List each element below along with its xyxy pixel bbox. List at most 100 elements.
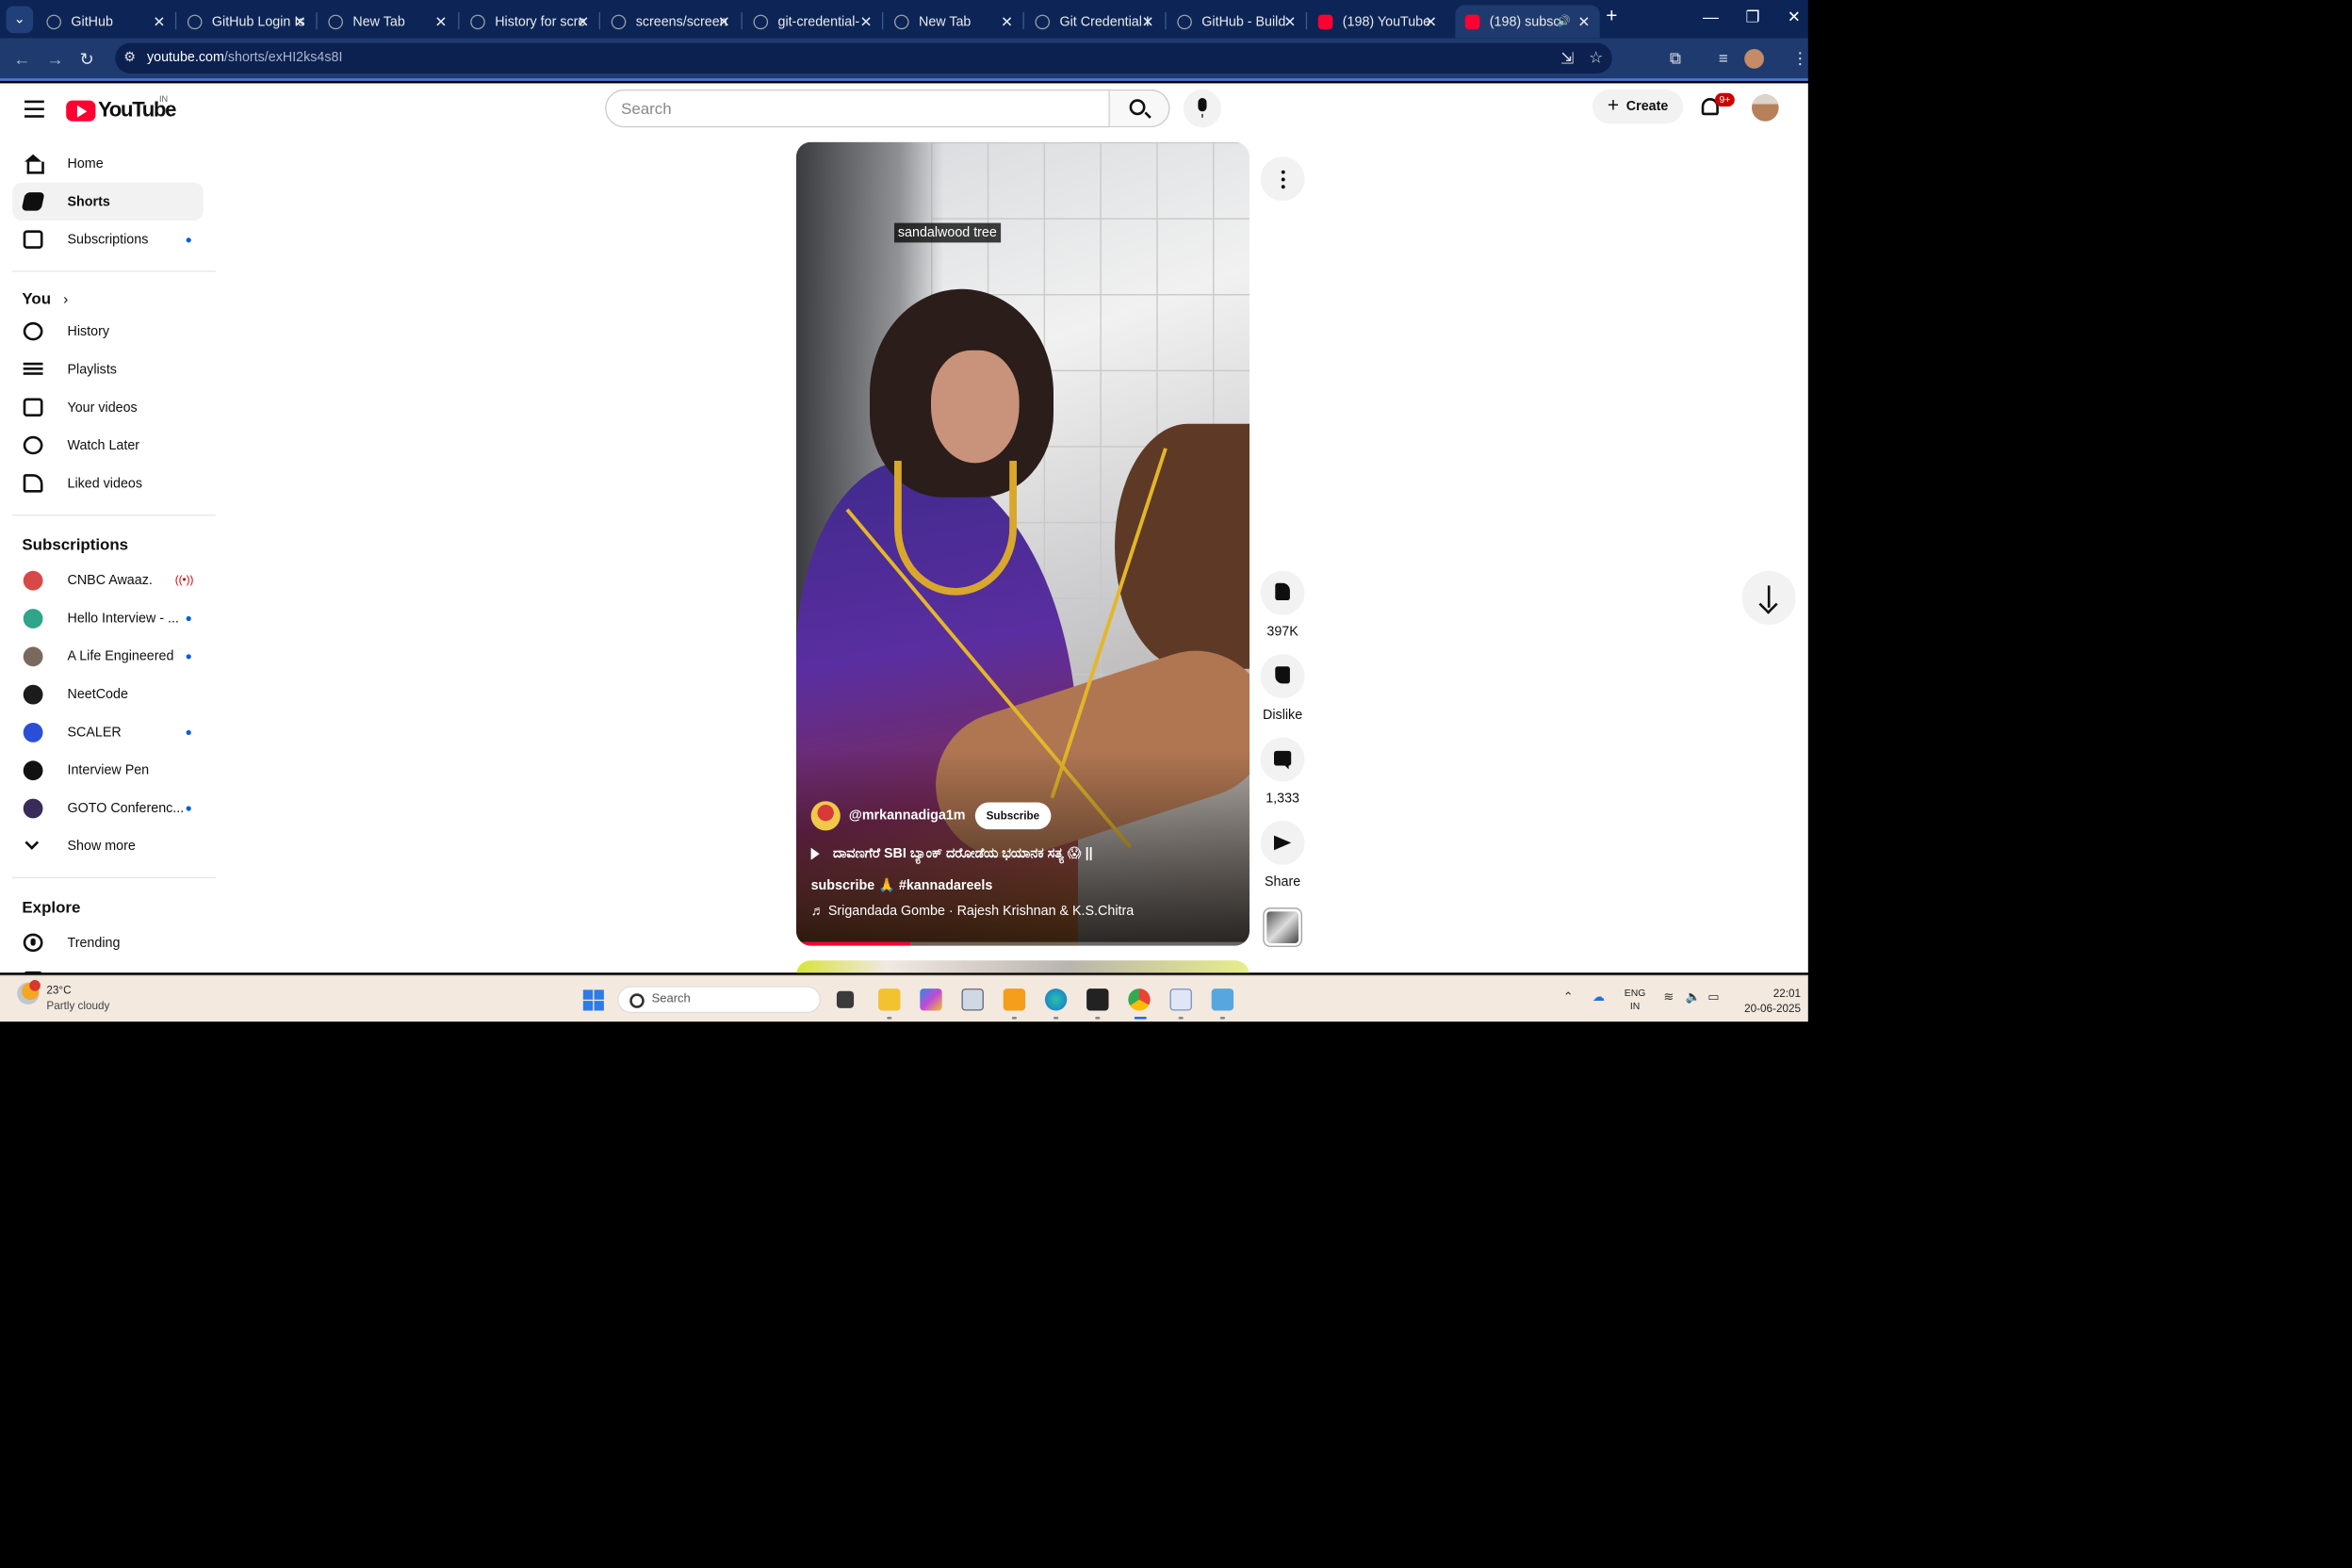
close-tab-icon[interactable]: ✕ (434, 13, 447, 30)
battery-icon[interactable]: ▭ (1707, 991, 1719, 1004)
account-avatar[interactable] (1751, 94, 1779, 122)
sidebar-item-a-life-engineered[interactable]: A Life Engineered (12, 637, 204, 675)
short-description[interactable]: subscribe 🙏 #kannadareels (811, 877, 993, 893)
close-tab-icon[interactable]: ✕ (1425, 13, 1437, 30)
close-tab-icon[interactable]: ✕ (860, 13, 873, 30)
browser-tab[interactable]: History for scre ✕ (461, 5, 599, 38)
close-tab-icon[interactable]: ✕ (1142, 13, 1154, 30)
restore-icon[interactable]: ❐ (1745, 8, 1759, 27)
sidebar-item-home[interactable]: Home (12, 144, 204, 182)
sidebar-item-goto-conferenc[interactable]: GOTO Conferenc... (12, 789, 204, 826)
browser-tab[interactable]: Git Credential I ✕ (1025, 5, 1164, 38)
sidebar-item-your-videos[interactable]: Your videos (12, 388, 204, 426)
url-text[interactable]: youtube.com/shorts/exHI2ks4s8I (147, 50, 342, 65)
profile-avatar[interactable] (1744, 49, 1764, 69)
voice-search-button[interactable] (1183, 89, 1222, 128)
sidebar-item-neetcode[interactable]: NeetCode (12, 675, 204, 712)
site-info-icon[interactable]: ⚙ (123, 49, 140, 66)
install-app-icon[interactable]: ⇲ (1560, 49, 1574, 69)
you-section-header[interactable]: You › (0, 277, 216, 313)
reload-icon[interactable]: ↻ (80, 49, 94, 70)
snipping-tool-icon[interactable] (1169, 988, 1192, 1011)
sidebar-item-shorts[interactable]: Shorts (12, 182, 204, 220)
sound-thumbnail[interactable] (1264, 908, 1301, 946)
file-explorer-icon[interactable] (878, 988, 901, 1011)
browser-tab[interactable]: git-credential- ✕ (743, 5, 882, 38)
remote-desktop-icon[interactable] (1211, 988, 1234, 1011)
sidebar-item-scaler[interactable]: SCALER (12, 713, 204, 751)
close-tab-icon[interactable]: ✕ (718, 13, 730, 30)
sidebar-item-trending[interactable]: Trending (12, 923, 204, 961)
new-tab-button[interactable]: + (1606, 7, 1617, 28)
dislike-button[interactable] (1260, 654, 1305, 698)
media-controls-icon[interactable]: ≡ (1719, 49, 1728, 68)
channel-avatar[interactable] (810, 801, 841, 831)
browser-tab[interactable]: screens/screen ✕ (601, 5, 740, 38)
window-app-icon[interactable] (961, 988, 984, 1011)
sidebar-item-shopping[interactable]: Shopping (12, 961, 204, 973)
m365-icon[interactable] (920, 988, 942, 1011)
weather-temperature[interactable]: 23°C (46, 984, 71, 996)
close-tab-icon[interactable]: ✕ (153, 13, 165, 30)
create-button[interactable]: + Create (1592, 89, 1684, 124)
sidebar-item-hello-interview[interactable]: Hello Interview - ... (12, 599, 204, 637)
forward-icon[interactable]: → (46, 49, 63, 69)
minimize-icon[interactable]: — (1703, 8, 1719, 26)
sidebar-item-interview-pen[interactable]: Interview Pen (12, 751, 204, 789)
terminal-icon[interactable] (1086, 988, 1109, 1011)
browser-tab[interactable]: New Tab ✕ (885, 5, 1023, 38)
close-tab-icon[interactable]: ✕ (294, 13, 306, 30)
sidebar-item-cnbc-awaaz[interactable]: CNBC Awaaz. ((•)) (12, 561, 204, 598)
windows-start-icon[interactable] (582, 989, 604, 1011)
progress-bar[interactable] (795, 941, 1250, 946)
next-short-button[interactable] (1741, 570, 1796, 625)
show-hidden-icons-chevron-icon[interactable]: ⌃ (1563, 991, 1574, 1004)
browser-tab[interactable]: GitHub Login Is ✕ (178, 5, 317, 38)
short-title-row[interactable]: ದಾವಣಗೆರೆ SBI ಬ್ಯಾಂಕ್ ದರೋಡೆಯ ಭಯಾನಕ ಸತ್ಯ 😱… (810, 845, 1093, 862)
tab-audio-icon[interactable]: 🔊 (1557, 15, 1571, 28)
chrome-menu-icon[interactable]: ⋮ (1792, 49, 1808, 69)
browser-tab[interactable]: GitHub ✕ (37, 5, 175, 38)
task-view-icon[interactable] (836, 990, 855, 1008)
wifi-icon[interactable]: ≋ (1663, 991, 1674, 1004)
browser-tab[interactable]: (198) subsc ✕ 🔊 (1455, 5, 1600, 39)
chrome-taskbar-icon[interactable] (1128, 988, 1151, 1011)
browser-tab[interactable]: GitHub - Build ✕ (1168, 5, 1306, 38)
orange-app-icon[interactable] (1003, 988, 1026, 1011)
close-tab-icon[interactable]: ✕ (1283, 13, 1296, 30)
guide-menu-icon[interactable] (24, 100, 44, 122)
close-tab-icon[interactable]: ✕ (577, 13, 589, 30)
weather-description[interactable]: Partly cloudy (46, 1000, 109, 1012)
browser-tab[interactable]: New Tab ✕ (318, 5, 457, 38)
sidebar-item-playlists[interactable]: Playlists (12, 351, 204, 388)
address-bar[interactable]: ⚙ youtube.com/shorts/exHI2ks4s8I ⇲ ☆ (115, 42, 1612, 74)
volume-icon[interactable]: 🔈 (1686, 991, 1701, 1004)
taskbar-search[interactable]: Search (617, 986, 821, 1014)
back-icon[interactable]: ← (13, 49, 30, 69)
sidebar-item-liked-videos[interactable]: Liked videos (12, 465, 204, 502)
clock[interactable]: 22:01 20-06-2025 (1737, 987, 1801, 1016)
browser-tab[interactable]: (198) YouTube ✕ (1308, 5, 1446, 38)
more-options-button[interactable] (1260, 156, 1305, 202)
subscribe-button[interactable]: Subscribe (974, 802, 1051, 830)
edge-icon[interactable] (1044, 988, 1068, 1011)
share-button[interactable] (1260, 820, 1305, 865)
onedrive-cloud-icon[interactable]: ☁ (1592, 991, 1605, 1004)
show-more-button[interactable]: Show more (12, 826, 204, 864)
sidebar-item-watch-later[interactable]: Watch Later (12, 426, 204, 464)
tab-search-button[interactable]: ⌄ (6, 6, 34, 34)
search-button[interactable] (1109, 89, 1170, 128)
close-tab-icon[interactable]: ✕ (1001, 13, 1013, 30)
channel-handle[interactable]: @mrkannadiga1m (849, 808, 966, 824)
youtube-logo[interactable]: YouTube IN (66, 95, 176, 122)
next-short-preview[interactable] (795, 960, 1250, 973)
sidebar-item-history[interactable]: History (12, 313, 204, 351)
short-video-player[interactable]: sandalwood tree @mrkannadiga1m Subscribe… (795, 141, 1250, 946)
bookmark-star-icon[interactable]: ☆ (1589, 48, 1603, 68)
extensions-icon[interactable]: ⧉ (1670, 49, 1681, 69)
search-input[interactable] (605, 89, 1110, 128)
close-window-icon[interactable]: ✕ (1788, 8, 1801, 27)
language-indicator[interactable]: ENG IN (1625, 987, 1646, 1014)
like-button[interactable] (1260, 570, 1305, 615)
music-row[interactable]: ♬ Srigandada Gombe · Rajesh Krishnan & K… (811, 904, 1135, 919)
